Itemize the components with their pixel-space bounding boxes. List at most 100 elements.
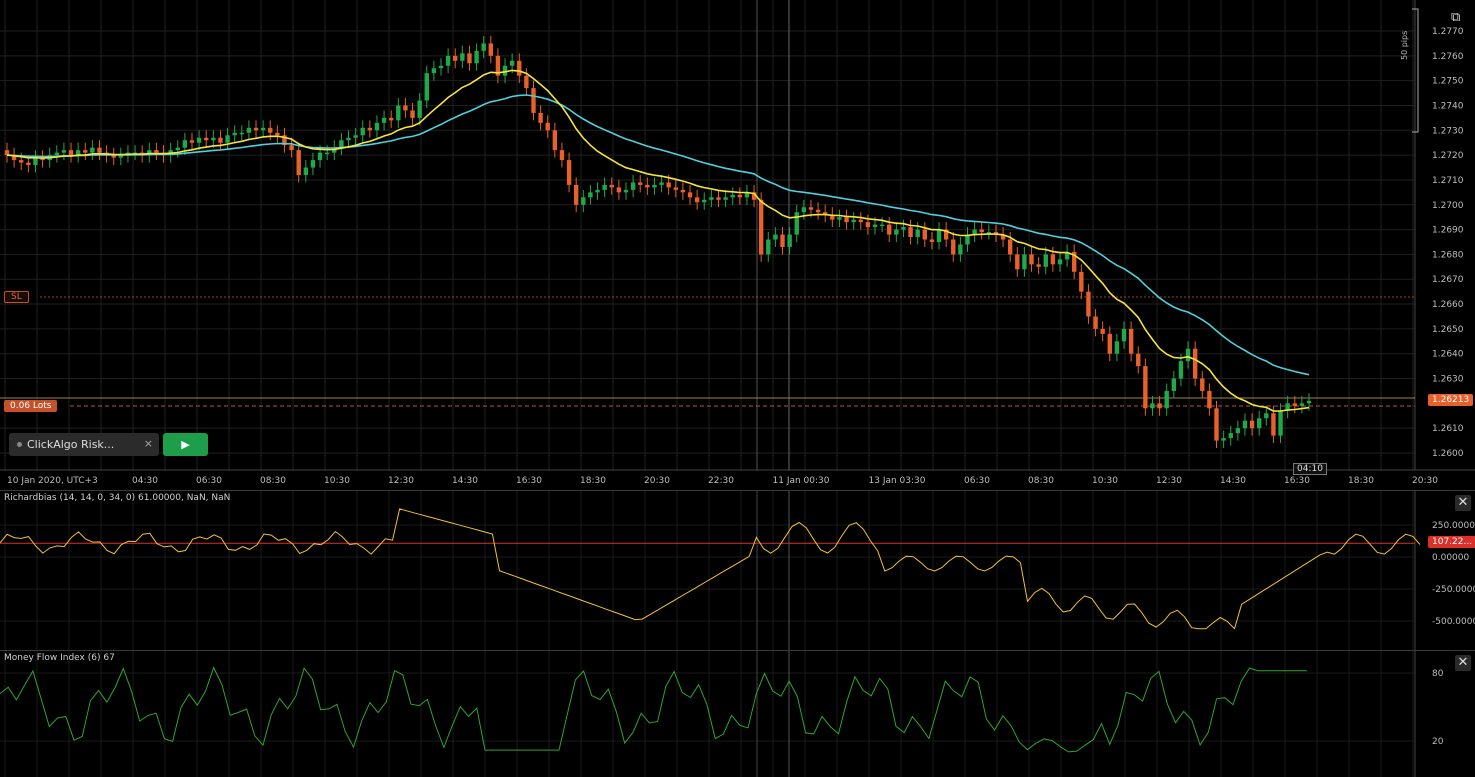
candle-body [232,132,237,136]
richardbias-chart[interactable]: 250.00000 0.00000 -250.00000 -500.00000 [0,491,1475,651]
time-axis-label: 18:30 [1348,476,1374,486]
candle-body [26,162,31,166]
candle-body [374,122,380,131]
candle-body [673,187,678,190]
richardbias-axis-label: 0.00000 [1432,553,1469,563]
price-axis-label: 1.2680 [1432,250,1464,260]
time-axis-label: 10:30 [1092,476,1118,486]
candle-body [424,73,429,101]
candle-body [602,184,607,190]
richardbias-panel[interactable]: 250.00000 0.00000 -250.00000 -500.00000 Ric… [0,490,1475,651]
candle-body [702,199,707,203]
candle-body [559,150,565,161]
candle-body [1114,341,1120,354]
candle-body [388,117,394,121]
candle-body [204,137,209,141]
fast-moving-average-line [6,69,1310,412]
stop-loss-tag[interactable]: SL [4,291,29,303]
price-axis-label: 1.2740 [1432,101,1464,111]
richardbias-line [0,508,1421,630]
candle-body [1093,316,1098,329]
candle-body [1079,271,1084,292]
price-axis-label: 1.2690 [1432,226,1464,236]
candle-body [1150,403,1155,409]
candle-body [687,192,693,198]
candle-body [630,182,636,190]
candle-body [1207,390,1212,409]
time-axis-label: 08:30 [260,476,286,486]
time-axis-label: 20:30 [644,476,670,486]
status-dot-icon [17,442,22,447]
candle-body [581,197,586,205]
candle-body [445,55,451,66]
time-axis-label: 16:30 [516,476,542,486]
candle-body [844,217,849,223]
current-price-tag: 1.26213 [1428,394,1474,406]
candle-body [410,110,415,118]
clickalgo-label: ClickAlgo Risk... [27,438,115,451]
close-icon[interactable]: ✕ [1455,495,1471,511]
candle-body [1221,438,1226,441]
candle-body [1242,420,1248,429]
price-axis-label: 1.2710 [1432,176,1464,186]
candle-body [275,132,280,136]
close-icon[interactable]: ✕ [1455,655,1471,671]
candle-body [894,229,899,235]
candle-body [346,137,351,141]
candle-body [260,127,266,131]
candle-body [1185,348,1191,362]
richardbias-axis-label: -250.00000 [1432,585,1475,595]
time-axis-label: 04:30 [132,476,158,486]
price-chart-panel[interactable]: 1.2770 1.2760 1.2750 1.2740 1.2730 1.2720 1.27… [0,0,1475,490]
time-axis-label: 18:30 [580,476,606,486]
candle-body [815,209,821,213]
candle-body [1121,328,1127,342]
candle-body [801,207,807,213]
candle-body [915,229,920,238]
candle-body [901,227,906,230]
price-axis-label: 1.2630 [1432,375,1464,385]
candle-body [623,189,629,193]
candle-body [573,184,579,205]
popout-icon[interactable]: ⧉ [1451,10,1467,26]
time-axis-label: 12:30 [388,476,414,486]
candle-body [1249,420,1255,429]
price-axis-label: 1.2640 [1432,350,1464,360]
candle-body [616,187,622,193]
candle-body [1057,259,1063,265]
candle-body [858,219,863,223]
candle-body [154,150,159,153]
candle-body [716,197,721,200]
play-button[interactable]: ▶ [163,433,208,456]
price-axis-label: 1.2770 [1432,27,1464,37]
slow-moving-average-line [6,94,1310,376]
clickalgo-risk-panel[interactable]: ClickAlgo Risk... × [9,433,159,456]
candle-body [339,140,344,148]
candle-body [1128,328,1134,354]
candle-body [1007,239,1013,255]
candle-body [189,140,195,143]
money-flow-index-chart[interactable]: 80 20 [0,651,1475,777]
candle-body [879,224,885,227]
candle-body [958,244,963,255]
money-flow-index-panel[interactable]: 80 20 Money Flow Index (6) 67 ✕ [0,650,1475,777]
position-lots-tag[interactable]: 0.06 Lots [4,400,58,412]
candle-body [865,222,871,228]
candle-body [538,112,543,123]
price-chart[interactable]: 1.2770 1.2760 1.2750 1.2740 1.2730 1.2720 1.27… [0,0,1475,490]
candle-body [588,192,593,198]
richardbias-level-tag: 107.22... [1428,536,1475,548]
candle-body [659,182,664,185]
candle-body [1029,254,1034,265]
candle-body [324,152,330,155]
price-axis-label: 1.2600 [1432,449,1464,459]
candle-body [1050,254,1056,265]
close-icon[interactable]: × [144,437,153,450]
candle-body [360,127,365,136]
candle-body [723,197,728,200]
candle-body [460,53,465,61]
candle-body [837,217,842,220]
candle-body [808,207,814,210]
candle-body [951,239,956,255]
candle-body [694,197,700,203]
